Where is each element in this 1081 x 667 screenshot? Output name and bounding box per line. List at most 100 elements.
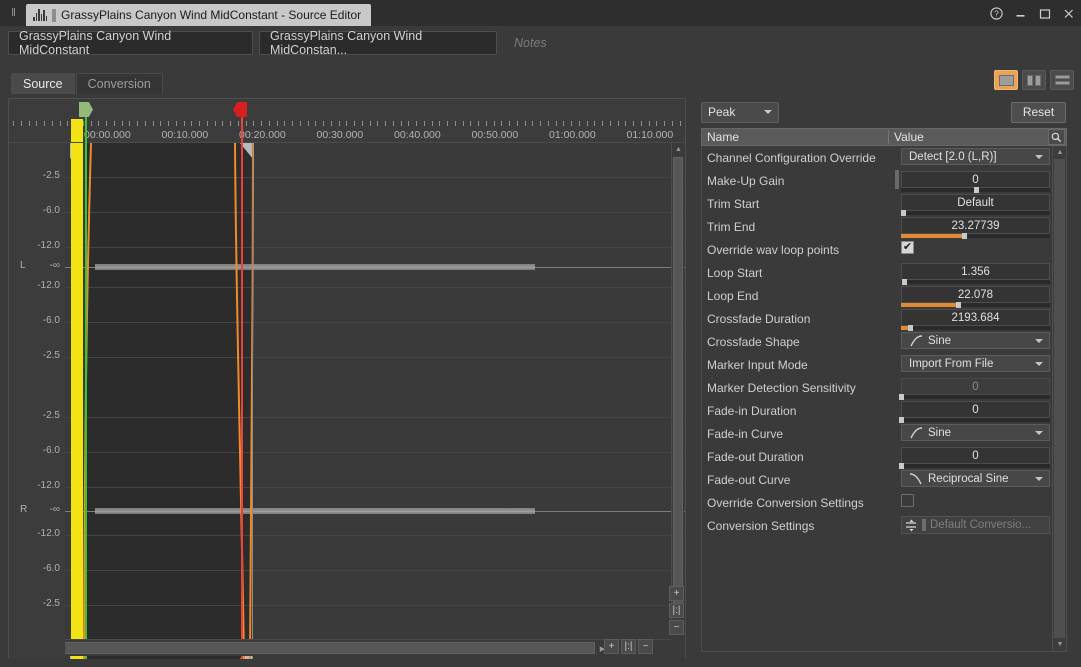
source-name-field[interactable]: GrassyPlains Canyon Wind MidConstan... bbox=[259, 29, 497, 57]
waveform-plot[interactable]: -2.5 -6.0 -12.0 -∞ -12.0 -6.0 -2.5 L -2.5 -6.0 -12… bbox=[9, 143, 685, 659]
property-value-cell[interactable]: 1.356 bbox=[895, 261, 1050, 285]
property-grid[interactable]: Channel Configuration Override Detect [2.… bbox=[701, 146, 1067, 652]
zoom-fit-vertical-button[interactable]: |:| bbox=[669, 603, 684, 618]
column-header-value[interactable]: Value bbox=[889, 130, 1048, 144]
property-value-cell[interactable]: Default Conversio... bbox=[895, 514, 1050, 537]
notes-field[interactable]: Notes bbox=[503, 31, 1073, 55]
property-value-cell[interactable]: ✔ bbox=[895, 238, 1050, 261]
reset-button[interactable]: Reset bbox=[1011, 101, 1066, 123]
property-value-cell[interactable]: 0 bbox=[895, 169, 1050, 193]
help-icon[interactable]: ? bbox=[985, 2, 1007, 24]
document-tab[interactable]: GrassyPlains Canyon Wind MidConstant - S… bbox=[26, 4, 372, 26]
slider-nub[interactable] bbox=[895, 170, 899, 189]
property-value-cell[interactable]: 0 bbox=[895, 399, 1050, 423]
property-row[interactable]: Crossfade Duration 2193.684 bbox=[702, 307, 1066, 331]
hscroll-thumb[interactable] bbox=[24, 642, 595, 654]
loop-end-line[interactable] bbox=[241, 143, 243, 659]
maximize-icon[interactable] bbox=[1033, 2, 1055, 24]
tab-conversion[interactable]: Conversion bbox=[75, 73, 163, 94]
property-value-field[interactable]: 2193.684 bbox=[901, 309, 1050, 326]
property-row[interactable]: Trim Start Default bbox=[702, 192, 1066, 216]
property-row[interactable]: Fade-in Duration 0 bbox=[702, 399, 1066, 423]
property-value-cell[interactable]: Import From File bbox=[895, 353, 1050, 376]
property-dropdown[interactable]: Sine bbox=[901, 332, 1050, 349]
property-row[interactable]: Override wav loop points ✔ bbox=[702, 238, 1066, 261]
property-checkbox[interactable]: ✔ bbox=[901, 241, 914, 254]
property-checkbox[interactable]: ✔ bbox=[901, 494, 914, 507]
trim-end-line[interactable] bbox=[252, 143, 253, 659]
property-value-cell[interactable]: Detect [2.0 (L,R)] bbox=[895, 146, 1050, 169]
marker-lane[interactable] bbox=[9, 99, 685, 121]
waveform-horizontal-scrollbar[interactable]: ◀ ▶ + |:| − bbox=[10, 639, 671, 656]
property-value-field[interactable]: 0 bbox=[901, 378, 1050, 395]
property-row[interactable]: Conversion Settings Default Conversio... bbox=[702, 514, 1066, 537]
conversion-settings-button[interactable]: Default Conversio... bbox=[901, 516, 1050, 534]
property-value-cell[interactable]: 22.078 bbox=[895, 284, 1050, 308]
property-scroll-up-arrow[interactable]: ▲ bbox=[1053, 146, 1067, 159]
property-row[interactable]: Marker Detection Sensitivity 0 bbox=[702, 376, 1066, 400]
property-row[interactable]: Trim End 23.27739 bbox=[702, 215, 1066, 239]
view-horizontal-split-button[interactable] bbox=[1050, 70, 1074, 90]
property-row[interactable]: Make-Up Gain 0 bbox=[702, 169, 1066, 193]
zoom-out-vertical-button[interactable]: − bbox=[669, 620, 684, 635]
property-scroll-down-arrow[interactable]: ▼ bbox=[1053, 638, 1067, 651]
property-row[interactable]: Channel Configuration Override Detect [2.… bbox=[702, 146, 1066, 169]
loop-start-line[interactable] bbox=[85, 143, 87, 659]
peak-mode-dropdown[interactable]: Peak bbox=[701, 101, 779, 123]
property-row[interactable]: Override Conversion Settings ✔ bbox=[702, 491, 1066, 514]
trim-start-band-ruler[interactable] bbox=[71, 119, 83, 142]
property-scroll-thumb[interactable] bbox=[1054, 159, 1065, 638]
property-value-cell[interactable]: Sine bbox=[895, 330, 1050, 353]
property-value-cell[interactable]: ✔ bbox=[895, 491, 1050, 514]
timeline-ruler[interactable]: 00:00.000 00:10.000 00:20.000 00:30.000 00:4… bbox=[9, 99, 685, 143]
property-row[interactable]: Crossfade Shape Sine bbox=[702, 330, 1066, 353]
waveform-vertical-scrollbar[interactable]: ▲ ▼ bbox=[671, 143, 684, 623]
vscroll-thumb[interactable] bbox=[673, 157, 683, 609]
property-scrollbar[interactable]: ▲ ▼ bbox=[1052, 146, 1066, 651]
property-value-cell[interactable]: 0 bbox=[895, 376, 1050, 400]
property-row[interactable]: Fade-out Curve Reciprocal Sine bbox=[702, 468, 1066, 491]
property-row[interactable]: Loop End 22.078 bbox=[702, 284, 1066, 308]
property-value-cell[interactable]: 2193.684 bbox=[895, 307, 1050, 331]
view-vertical-split-button[interactable] bbox=[1022, 70, 1046, 90]
property-value-field[interactable]: 0 bbox=[901, 447, 1050, 464]
property-value-cell[interactable]: Default bbox=[895, 192, 1050, 216]
property-value-cell[interactable]: Reciprocal Sine bbox=[895, 468, 1050, 491]
loop-end-flag[interactable] bbox=[233, 102, 247, 117]
property-value-cell[interactable]: Sine bbox=[895, 422, 1050, 445]
zoom-in-vertical-button[interactable]: + bbox=[669, 586, 684, 601]
loop-start-flag[interactable] bbox=[79, 102, 93, 117]
property-row[interactable]: Fade-out Duration 0 bbox=[702, 445, 1066, 469]
property-dropdown[interactable]: Import From File bbox=[901, 355, 1050, 372]
property-dropdown[interactable]: Detect [2.0 (L,R)] bbox=[901, 148, 1050, 165]
property-value-field[interactable]: 22.078 bbox=[901, 286, 1050, 303]
property-value-field[interactable]: 23.27739 bbox=[901, 217, 1050, 234]
property-value-field[interactable]: 0 bbox=[901, 401, 1050, 418]
zoom-out-horizontal-button[interactable]: − bbox=[638, 639, 653, 654]
channel-r-area[interactable] bbox=[65, 391, 685, 659]
property-row[interactable]: Marker Input Mode Import From File bbox=[702, 353, 1066, 376]
property-dropdown[interactable]: Sine bbox=[901, 424, 1050, 441]
property-value-cell[interactable]: 0 bbox=[895, 445, 1050, 469]
minimize-icon[interactable] bbox=[1009, 2, 1031, 24]
close-icon[interactable] bbox=[1057, 2, 1079, 24]
property-value-field[interactable]: 1.356 bbox=[901, 263, 1050, 280]
view-single-pane-button[interactable] bbox=[994, 70, 1018, 90]
property-dropdown[interactable]: Reciprocal Sine bbox=[901, 470, 1050, 487]
property-value-cell[interactable]: 23.27739 bbox=[895, 215, 1050, 239]
scroll-up-arrow[interactable]: ▲ bbox=[672, 143, 685, 156]
property-row[interactable]: Loop Start 1.356 bbox=[702, 261, 1066, 285]
property-value-field[interactable]: Default bbox=[901, 194, 1050, 211]
column-header-name[interactable]: Name bbox=[702, 130, 889, 144]
zoom-fit-horizontal-button[interactable]: |:| bbox=[621, 639, 636, 654]
trim-start-marker[interactable] bbox=[71, 143, 83, 659]
channel-l-area[interactable] bbox=[65, 143, 685, 391]
waveform-pane[interactable]: 00:00.000 00:10.000 00:20.000 00:30.000 00:4… bbox=[8, 98, 686, 659]
tab-source[interactable]: Source bbox=[11, 73, 75, 94]
object-name-field[interactable]: GrassyPlains Canyon Wind MidConstant bbox=[8, 29, 253, 57]
search-icon[interactable] bbox=[1048, 129, 1065, 145]
property-value-field[interactable]: 0 bbox=[901, 171, 1050, 188]
zoom-in-horizontal-button[interactable]: + bbox=[604, 639, 619, 654]
property-row[interactable]: Fade-in Curve Sine bbox=[702, 422, 1066, 445]
db-tick-label: -6.0 bbox=[42, 445, 60, 456]
